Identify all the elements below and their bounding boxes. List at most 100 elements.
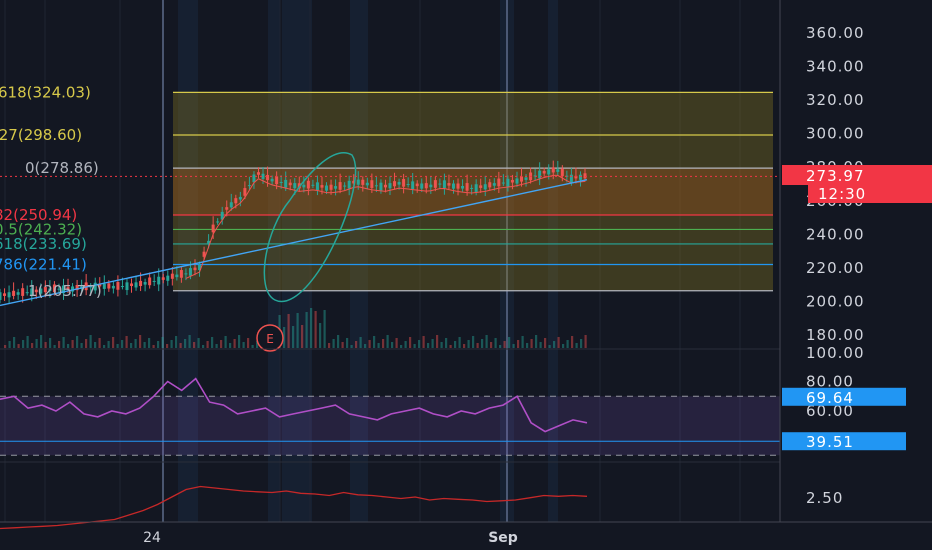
volume-bar <box>287 314 290 348</box>
volume-bar <box>62 337 65 348</box>
volume-bar <box>535 335 538 348</box>
trading-chart[interactable]: E 618(324.03).27(298.60)0(278.86)82(250.… <box>0 0 932 550</box>
earnings-marker[interactable]: E <box>256 324 284 352</box>
volume-bar <box>530 339 533 348</box>
candle-body <box>279 182 283 184</box>
candle-body <box>379 182 383 191</box>
volume-bar <box>503 341 506 348</box>
candle-body <box>188 268 192 276</box>
candle-body <box>315 182 319 191</box>
volume-bar <box>125 336 128 348</box>
volume-bar <box>391 342 394 348</box>
candle-body <box>465 183 469 191</box>
candle-body <box>406 184 410 186</box>
candle-body <box>456 183 460 189</box>
candle-body <box>16 292 20 295</box>
candle-body <box>139 280 143 287</box>
candle-body <box>238 196 242 200</box>
rsi-tag-label-1: 39.51 <box>806 433 854 451</box>
volume-bar <box>238 335 241 348</box>
volume-bar <box>481 339 484 348</box>
current-price-label: 273.97 <box>806 167 865 185</box>
volume-bar <box>220 340 223 348</box>
volume-bar <box>449 345 452 348</box>
candle-body <box>424 183 428 189</box>
candle-body <box>12 290 16 296</box>
countdown-label: 12:30 <box>818 185 866 203</box>
candle-body <box>483 184 487 190</box>
candle-body <box>547 169 551 175</box>
volume-bar <box>103 345 106 348</box>
candle-body <box>501 182 505 184</box>
candle-body <box>515 178 519 184</box>
candle-body <box>21 288 25 296</box>
volume-bar <box>202 345 205 348</box>
volume-bar <box>427 343 430 348</box>
volume-bar <box>580 339 583 348</box>
volume-bar <box>544 338 547 348</box>
candle-body <box>556 169 560 172</box>
volume-bar <box>562 344 565 348</box>
volume-bar <box>337 335 340 348</box>
volume-bar <box>215 344 218 348</box>
candle-body <box>474 184 478 192</box>
volume-bar <box>517 340 520 348</box>
volume-bar <box>22 340 25 348</box>
volume-bar <box>301 325 304 348</box>
volume-bar <box>490 342 493 348</box>
volume-bar <box>26 336 29 348</box>
volume-bar <box>328 343 331 348</box>
volume-bar <box>170 340 173 348</box>
volume-bar <box>152 345 155 348</box>
volume-bar <box>418 340 421 348</box>
candle-body <box>356 179 360 185</box>
volume-bar <box>557 337 560 348</box>
candle-body <box>166 275 170 281</box>
volume-bar <box>296 313 299 348</box>
candle-body <box>329 184 333 190</box>
volume-bar <box>454 341 457 348</box>
volume-bar <box>139 335 142 348</box>
volume-bar <box>341 342 344 348</box>
volume-bar <box>382 339 385 348</box>
candle-body <box>243 188 247 196</box>
candle-body <box>161 277 165 280</box>
volume-bar <box>40 335 43 348</box>
volume-bar <box>58 341 61 348</box>
candle-body <box>361 179 365 185</box>
candle-body <box>438 183 442 185</box>
candle-body <box>102 283 106 289</box>
volume-bar <box>346 338 349 348</box>
candle-body <box>433 180 437 188</box>
volume-bar <box>13 337 16 348</box>
candle-body <box>252 174 256 183</box>
candle-body <box>120 286 124 288</box>
volume-bar <box>458 337 461 348</box>
rsi-tick-0: 100.00 <box>806 344 865 362</box>
volume-bar <box>89 335 92 348</box>
volume-bar <box>17 344 20 348</box>
candle-body <box>334 186 338 189</box>
volume-bar <box>193 342 196 348</box>
candle-body <box>229 202 233 208</box>
candle-body <box>130 283 134 287</box>
candle-body <box>293 183 297 189</box>
volume-bar <box>148 338 151 348</box>
price-tick-5: 240.00 <box>806 225 865 243</box>
candle-body <box>338 182 342 190</box>
volume-bar <box>67 344 70 348</box>
candle-body <box>143 282 147 285</box>
fib-label-2: 0(278.86) <box>25 159 99 177</box>
volume-bar <box>112 337 115 348</box>
candle-body <box>0 292 2 300</box>
candle-body <box>347 180 351 189</box>
volume-bar <box>440 342 443 348</box>
volume-bar <box>431 339 434 348</box>
candle-body <box>256 172 260 175</box>
candle-body <box>116 282 120 290</box>
volume-bar <box>409 337 412 348</box>
volume-bar <box>359 337 362 348</box>
candle-body <box>510 179 514 183</box>
volume-bar <box>179 343 182 348</box>
candle-body <box>270 178 274 182</box>
